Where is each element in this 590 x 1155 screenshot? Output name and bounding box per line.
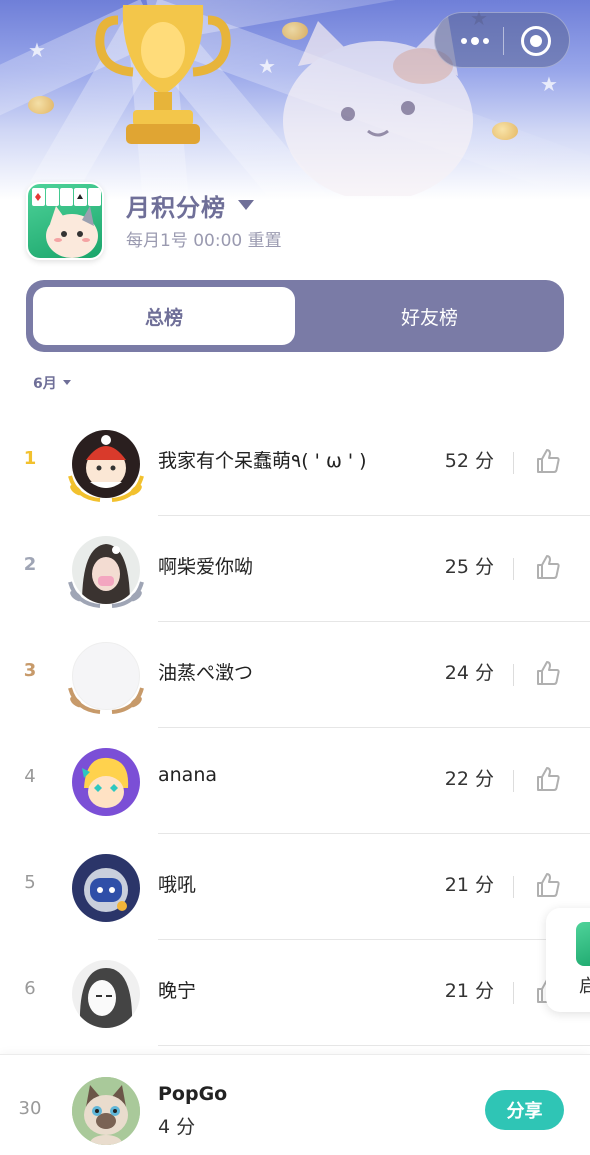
thumbs-up-icon[interactable] bbox=[534, 447, 562, 475]
leaderboard-row: 4 anana 22 分 bbox=[0, 728, 590, 834]
star-icon: ★ bbox=[540, 72, 558, 96]
mini-program-capsule bbox=[434, 12, 570, 68]
leaderboard-row: 5 哦吼 21 分 bbox=[0, 834, 590, 940]
divider bbox=[513, 664, 514, 686]
caret-down-icon[interactable] bbox=[238, 200, 254, 210]
rank-number: 4 bbox=[24, 766, 36, 787]
player-nickname: 啊柴爱你呦 bbox=[158, 556, 254, 578]
rank-number: 1 bbox=[23, 448, 37, 469]
month-filter[interactable]: 6月 bbox=[33, 373, 57, 393]
silver-laurel-icon bbox=[68, 581, 144, 608]
reset-schedule-text: 每月1号 00:00 重置 bbox=[126, 231, 282, 251]
leaderboard-row: 1 我家有个呆蠢萌٩( ' ω ' ) 52 分 bbox=[0, 410, 590, 516]
avatar[interactable] bbox=[72, 854, 140, 922]
player-score: 21 分 bbox=[444, 980, 494, 1002]
my-rank-bar: 30 PopGo 4 分 分享 bbox=[0, 1054, 590, 1155]
thumbs-up-icon[interactable] bbox=[534, 871, 562, 899]
game-app-icon bbox=[576, 922, 590, 966]
player-score: 52 分 bbox=[444, 450, 494, 472]
divider bbox=[513, 770, 514, 792]
capsule-divider bbox=[503, 27, 504, 55]
divider bbox=[513, 452, 514, 474]
share-button[interactable]: 分享 bbox=[485, 1090, 564, 1130]
player-score: 25 分 bbox=[444, 556, 494, 578]
tab-overall[interactable]: 总榜 bbox=[33, 287, 295, 345]
player-nickname: 哦吼 bbox=[158, 874, 197, 896]
leaderboard-row: 6 晚宁 21 分 bbox=[0, 940, 590, 1046]
avatar[interactable] bbox=[72, 960, 140, 1028]
floating-shortcut-card[interactable]: 启 bbox=[546, 908, 590, 1012]
leaderboard-row: 2 啊柴爱你呦 25 分 bbox=[0, 516, 590, 622]
leaderboard-title[interactable]: 月积分榜 bbox=[126, 188, 226, 223]
thumbs-up-icon[interactable] bbox=[534, 659, 562, 687]
player-nickname: anana bbox=[158, 764, 218, 786]
player-score: 22 分 bbox=[444, 768, 494, 790]
rank-number: 6 bbox=[24, 978, 36, 999]
divider bbox=[513, 982, 514, 1004]
thumbs-up-icon[interactable] bbox=[534, 553, 562, 581]
game-app-icon bbox=[26, 182, 104, 260]
tab-friends[interactable]: 好友榜 bbox=[302, 287, 557, 345]
coin-icon bbox=[28, 96, 54, 114]
capsule-close-icon[interactable] bbox=[521, 26, 551, 56]
avatar[interactable] bbox=[72, 1077, 140, 1145]
more-dots-icon[interactable] bbox=[447, 13, 503, 69]
my-nickname: PopGo bbox=[158, 1083, 228, 1105]
thumbs-up-icon[interactable] bbox=[534, 765, 562, 793]
rank-number: 3 bbox=[23, 660, 37, 681]
bronze-laurel-icon bbox=[68, 687, 144, 714]
coin-icon bbox=[492, 122, 518, 140]
star-icon: ★ bbox=[258, 54, 276, 78]
rank-number: 2 bbox=[23, 554, 37, 575]
player-nickname: 晚宁 bbox=[158, 980, 197, 1002]
rank-number: 5 bbox=[24, 872, 36, 893]
player-nickname: 我家有个呆蠢萌٩( ' ω ' ) bbox=[158, 450, 367, 472]
divider bbox=[513, 558, 514, 580]
player-score: 24 分 bbox=[444, 662, 494, 684]
my-score: 4 分 bbox=[158, 1116, 196, 1138]
avatar[interactable] bbox=[72, 748, 140, 816]
floating-card-label: 启 bbox=[579, 976, 590, 997]
divider bbox=[513, 876, 514, 898]
trophy-icon bbox=[95, 5, 231, 144]
player-nickname: 油蒸ぺ澂つ bbox=[158, 662, 254, 684]
coin-icon bbox=[282, 22, 308, 40]
gold-laurel-icon bbox=[68, 475, 144, 502]
star-icon: ★ bbox=[28, 38, 46, 62]
my-rank-number: 30 bbox=[18, 1098, 42, 1119]
caret-down-icon[interactable] bbox=[63, 380, 71, 385]
leaderboard-tabs: 总榜 好友榜 bbox=[26, 280, 564, 352]
player-score: 21 分 bbox=[444, 874, 494, 896]
leaderboard-row: 3 油蒸ぺ澂つ 24 分 bbox=[0, 622, 590, 728]
row-separator bbox=[158, 1045, 590, 1046]
